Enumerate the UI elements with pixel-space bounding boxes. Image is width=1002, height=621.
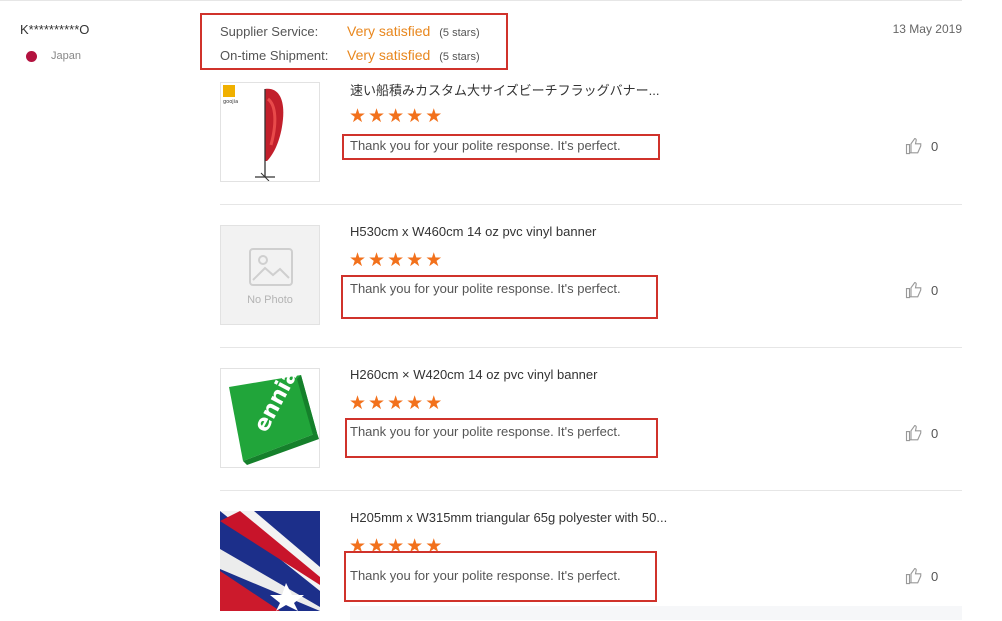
like-button[interactable]: 0	[905, 137, 938, 155]
like-button[interactable]: 0	[905, 567, 938, 585]
like-count: 0	[931, 568, 939, 584]
thumbs-up-icon	[905, 424, 922, 442]
rating-label: Supplier Service:	[220, 24, 319, 39]
beach-flag-image: goojia	[221, 83, 319, 181]
star-icon: ★	[349, 250, 367, 271]
product-thumbnail[interactable]: goojia	[220, 82, 320, 182]
no-photo-placeholder: No Photo	[221, 226, 319, 324]
star-icon: ★	[368, 106, 386, 127]
reviewer-name: K**********O	[20, 22, 90, 37]
review-date: 13 May 2019	[892, 22, 962, 36]
product-thumbnail[interactable]: No Photo	[220, 225, 320, 325]
star-icon: ★	[406, 393, 424, 414]
like-count: 0	[931, 425, 939, 441]
japan-flag-icon	[26, 50, 37, 62]
rating-stars: ★ ★ ★ ★ ★	[349, 394, 442, 413]
product-title[interactable]: 速い船積みカスタム大サイズビーチフラッグバナー...	[350, 80, 659, 99]
rating-stars: ★ ★ ★ ★ ★	[349, 107, 442, 126]
review-comment: Thank you for your polite response. It's…	[350, 424, 621, 439]
like-count: 0	[931, 282, 939, 298]
star-icon: ★	[406, 106, 424, 127]
thumbs-up-icon	[905, 281, 922, 299]
product-thumbnail[interactable]: ennia	[220, 368, 320, 468]
rating-stars-text: (5 stars)	[439, 27, 480, 39]
supplier-service-rating: Supplier Service: Very satisfied (5 star…	[220, 23, 480, 39]
star-icon: ★	[406, 250, 424, 271]
review-item: No Photo H530cm x W460cm 14 oz pvc vinyl…	[220, 204, 962, 348]
top-divider	[0, 0, 962, 1]
product-title[interactable]: H530cm x W460cm 14 oz pvc vinyl banner	[350, 224, 596, 239]
like-button[interactable]: 0	[905, 281, 938, 299]
star-icon: ★	[425, 106, 443, 127]
star-icon: ★	[368, 393, 386, 414]
thumbs-up-icon	[905, 567, 922, 585]
review-item: goojia 速い船積みカスタム大サイズビーチフラッグバナー... ★ ★ ★ ★ ★ …	[220, 61, 962, 204]
rating-value: Very satisfied	[347, 23, 431, 39]
no-photo-label: No Photo	[247, 294, 293, 306]
review-comment: Thank you for your polite response. It's…	[350, 281, 621, 296]
star-icon: ★	[425, 250, 443, 271]
like-count: 0	[931, 138, 939, 154]
review-comment: Thank you for your polite response. It's…	[350, 138, 621, 153]
review-comment: Thank you for your polite response. It's…	[350, 568, 621, 583]
green-banner-image: ennia	[221, 369, 319, 467]
review-item: H205mm x W315mm triangular 65g polyester…	[220, 490, 962, 621]
product-title[interactable]: H205mm x W315mm triangular 65g polyester…	[350, 510, 667, 525]
star-icon: ★	[387, 250, 405, 271]
image-placeholder-icon	[249, 248, 293, 286]
thumbs-up-icon	[905, 137, 922, 155]
reviewer-country: Japan	[26, 50, 81, 62]
country-label: Japan	[51, 50, 81, 62]
star-icon: ★	[425, 393, 443, 414]
thumb-logo-text: goojia	[223, 99, 238, 105]
flag-photo-image	[220, 511, 320, 611]
star-icon: ★	[387, 393, 405, 414]
product-title[interactable]: H260cm × W420cm 14 oz pvc vinyl banner	[350, 367, 597, 382]
like-button[interactable]: 0	[905, 424, 938, 442]
star-icon: ★	[368, 250, 386, 271]
rating-stars: ★ ★ ★ ★ ★	[349, 251, 442, 270]
product-thumbnail[interactable]	[220, 511, 320, 611]
star-icon: ★	[387, 106, 405, 127]
star-icon: ★	[349, 393, 367, 414]
star-icon: ★	[349, 106, 367, 127]
review-item: ennia H260cm × W420cm 14 oz pvc vinyl ba…	[220, 347, 962, 491]
reply-section-edge	[350, 606, 962, 620]
